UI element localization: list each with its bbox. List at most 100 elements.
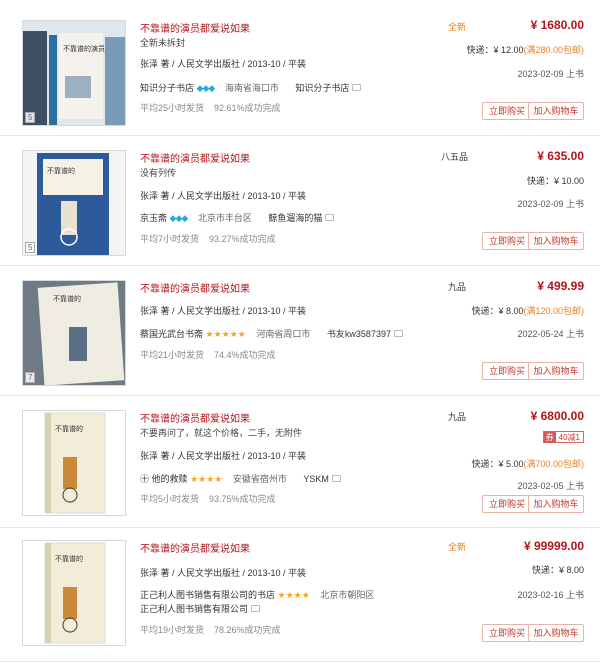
seller-row: 正己利人图书销售有限公司 bbox=[140, 602, 261, 615]
add-to-cart-button[interactable]: 加入购物车 bbox=[528, 495, 584, 513]
book-meta: 张泽 著 / 人民文学出版社 / 2013-10 / 平装 bbox=[140, 451, 307, 461]
shop-row: 京玉斋 ◆◆◆ 北京市丰台区 鲸鱼遛海的猫 bbox=[140, 211, 335, 224]
shop-stats: 平均5小时发货 93.75%成功完成 bbox=[140, 492, 276, 505]
seller-name-link[interactable]: 书友kw3587397 bbox=[327, 329, 391, 339]
shop-row: 蔡国光武台书斋 ★★★★★ 河南省周口市 书友kw3587397 bbox=[140, 327, 403, 340]
condition-label: 八五品 bbox=[441, 152, 469, 162]
seller-name-link[interactable]: YSKM bbox=[303, 474, 329, 484]
book-title-link[interactable]: 不靠谱的演员都爱说如果 bbox=[140, 540, 250, 555]
book-thumbnail[interactable]: 不靠谱的 7 bbox=[22, 280, 126, 386]
diamond-icon: ◆◆◆ bbox=[169, 213, 189, 223]
shipping-info: 快递：¥ 12.00(满280.00包邮) bbox=[466, 45, 584, 55]
listing-list: 不靠谱的演员 5 不靠谱的演员都爱说如果 全新未拆封 张泽 著 / 人民文学出版… bbox=[0, 0, 600, 662]
list-item: 不靠谱的 5 不靠谱的演员都爱说如果 没有列传 张泽 著 / 人民文学出版社 /… bbox=[0, 136, 600, 266]
buy-now-button[interactable]: 立即购买 bbox=[482, 362, 532, 380]
success-rate: 78.26%成功完成 bbox=[214, 625, 281, 635]
list-item: 不靠谱的 7 不靠谱的演员都爱说如果 张泽 著 / 人民文学出版社 / 2013… bbox=[0, 266, 600, 396]
svg-text:不靠谱的: 不靠谱的 bbox=[53, 294, 81, 303]
book-title-link[interactable]: 不靠谱的演员都爱说如果 bbox=[140, 410, 250, 425]
shop-location: 河南省周口市 bbox=[256, 329, 311, 339]
shipping-info: 快递：¥ 8.00(满120.00包邮) bbox=[471, 306, 584, 316]
seller-name-link[interactable]: 鲸鱼遛海的猫 bbox=[268, 213, 322, 223]
svg-text:不靠谱的: 不靠谱的 bbox=[55, 424, 83, 433]
list-item: 不靠谱的 不靠谱的演员都爱说如果 张泽 著 / 人民文学出版社 / 2013-1… bbox=[0, 528, 600, 662]
chat-icon[interactable] bbox=[251, 605, 261, 613]
listing-date: 2023-02-09 上书 bbox=[517, 199, 584, 209]
list-item: 不靠谱的演员 5 不靠谱的演员都爱说如果 全新未拆封 张泽 著 / 人民文学出版… bbox=[0, 0, 600, 136]
chat-icon[interactable] bbox=[393, 330, 403, 338]
add-to-cart-button[interactable]: 加入购物车 bbox=[528, 362, 584, 380]
listing-note: 不要再问了，就这个价格，二手，无附件 bbox=[140, 428, 303, 438]
book-thumbnail[interactable]: 不靠谱的演员 5 bbox=[22, 20, 126, 126]
book-meta: 张泽 著 / 人民文学出版社 / 2013-10 / 平装 bbox=[140, 59, 307, 69]
success-rate: 93.75%成功完成 bbox=[209, 494, 276, 504]
book-thumbnail[interactable]: 不靠谱的 bbox=[22, 540, 126, 646]
svg-text:不靠谱的: 不靠谱的 bbox=[55, 554, 83, 563]
ship-time: 平均5小时发货 bbox=[140, 494, 200, 504]
price: ¥ 1680.00 bbox=[530, 18, 584, 32]
shop-location: 北京市朝阳区 bbox=[320, 590, 375, 600]
star-rating-icon: ★★★★ bbox=[190, 474, 223, 484]
shipping-info: 快递：¥ 10.00 bbox=[526, 176, 584, 186]
shop-stats: 平均25小时发货 92.61%成功完成 bbox=[140, 101, 281, 114]
buy-now-button[interactable]: 立即购买 bbox=[482, 495, 532, 513]
book-title-link[interactable]: 不靠谱的演员都爱说如果 bbox=[140, 150, 250, 165]
price: ¥ 99999.00 bbox=[523, 539, 584, 553]
success-rate: 92.61%成功完成 bbox=[214, 103, 281, 113]
ship-time: 平均25小时发货 bbox=[140, 103, 205, 113]
condition-label: 九品 bbox=[448, 282, 467, 292]
book-title-link[interactable]: 不靠谱的演员都爱说如果 bbox=[140, 20, 250, 35]
listing-date: 2023-02-05 上书 bbox=[517, 481, 584, 491]
shop-name-link[interactable]: 他的救赎 bbox=[152, 474, 188, 484]
book-thumbnail[interactable]: 不靠谱的 bbox=[22, 410, 126, 516]
shop-location: 海南省海口市 bbox=[224, 83, 279, 93]
shop-name-link[interactable]: 蔡国光武台书斋 bbox=[140, 329, 203, 339]
book-meta: 张泽 著 / 人民文学出版社 / 2013-10 / 平装 bbox=[140, 568, 307, 578]
ship-time: 平均7小时发货 bbox=[140, 234, 200, 244]
shop-stats: 平均7小时发货 93.27%成功完成 bbox=[140, 232, 276, 245]
image-count-badge: 7 bbox=[25, 372, 36, 383]
book-meta: 张泽 著 / 人民文学出版社 / 2013-10 / 平装 bbox=[140, 191, 307, 201]
shop-location: 北京市丰台区 bbox=[197, 213, 252, 223]
shop-stats: 平均21小时发货 74.4%成功完成 bbox=[140, 348, 276, 361]
shop-stats: 平均19小时发货 78.26%成功完成 bbox=[140, 623, 281, 636]
list-item: 不靠谱的 不靠谱的演员都爱说如果 不要再问了，就这个价格，二手，无附件 张泽 著… bbox=[0, 396, 600, 528]
condition-label: 九品 bbox=[448, 412, 467, 422]
listing-note: 没有列传 bbox=[140, 168, 177, 178]
shop-row: 知识分子书店 ◆◆◆ 海南省海口市 知识分子书店 bbox=[140, 81, 362, 94]
success-rate: 74.4%成功完成 bbox=[214, 350, 276, 360]
condition-label: 全新 bbox=[448, 22, 467, 32]
shop-location: 安徽省宿州市 bbox=[232, 474, 287, 484]
add-to-cart-button[interactable]: 加入购物车 bbox=[528, 232, 584, 250]
verified-shop-icon: ㊉ bbox=[140, 474, 150, 484]
shop-name-link[interactable]: 正己利人图书销售有限公司的书店 bbox=[140, 590, 275, 600]
buy-now-button[interactable]: 立即购买 bbox=[482, 102, 532, 120]
star-rating-icon: ★★★★ bbox=[277, 590, 310, 600]
seller-name-link[interactable]: 正己利人图书销售有限公司 bbox=[140, 604, 248, 614]
listing-date: 2023-02-16 上书 bbox=[517, 590, 584, 600]
price: ¥ 635.00 bbox=[537, 149, 584, 163]
add-to-cart-button[interactable]: 加入购物车 bbox=[528, 624, 584, 642]
shipping-info: 快递：¥ 5.00(满700.00包邮) bbox=[471, 459, 584, 469]
diamond-icon: ◆◆◆ bbox=[196, 83, 216, 93]
seller-name-link[interactable]: 知识分子书店 bbox=[295, 83, 349, 93]
chat-icon[interactable] bbox=[352, 84, 362, 92]
listing-date: 2023-02-09 上书 bbox=[517, 69, 584, 79]
chat-icon[interactable] bbox=[331, 475, 341, 483]
shop-name-link[interactable]: 京玉斋 bbox=[140, 213, 167, 223]
shipping-info: 快递：¥ 8.00 bbox=[531, 565, 584, 575]
add-to-cart-button[interactable]: 加入购物车 bbox=[528, 102, 584, 120]
price: ¥ 6800.00 bbox=[530, 409, 584, 423]
shop-row: ㊉ 他的救赎 ★★★★ 安徽省宿州市 YSKM bbox=[140, 472, 341, 485]
shop-row: 正己利人图书销售有限公司的书店 ★★★★ 北京市朝阳区 bbox=[140, 588, 374, 601]
coupon-badge[interactable]: 券 40减1 bbox=[542, 431, 584, 443]
buy-now-button[interactable]: 立即购买 bbox=[482, 232, 532, 250]
chat-icon[interactable] bbox=[325, 214, 335, 222]
listing-note: 全新未拆封 bbox=[140, 38, 186, 48]
image-count-badge: 5 bbox=[25, 242, 36, 253]
buy-now-button[interactable]: 立即购买 bbox=[482, 624, 532, 642]
star-rating-icon: ★★★★★ bbox=[205, 329, 246, 339]
book-title-link[interactable]: 不靠谱的演员都爱说如果 bbox=[140, 280, 250, 295]
book-thumbnail[interactable]: 不靠谱的 5 bbox=[22, 150, 126, 256]
shop-name-link[interactable]: 知识分子书店 bbox=[140, 83, 194, 93]
